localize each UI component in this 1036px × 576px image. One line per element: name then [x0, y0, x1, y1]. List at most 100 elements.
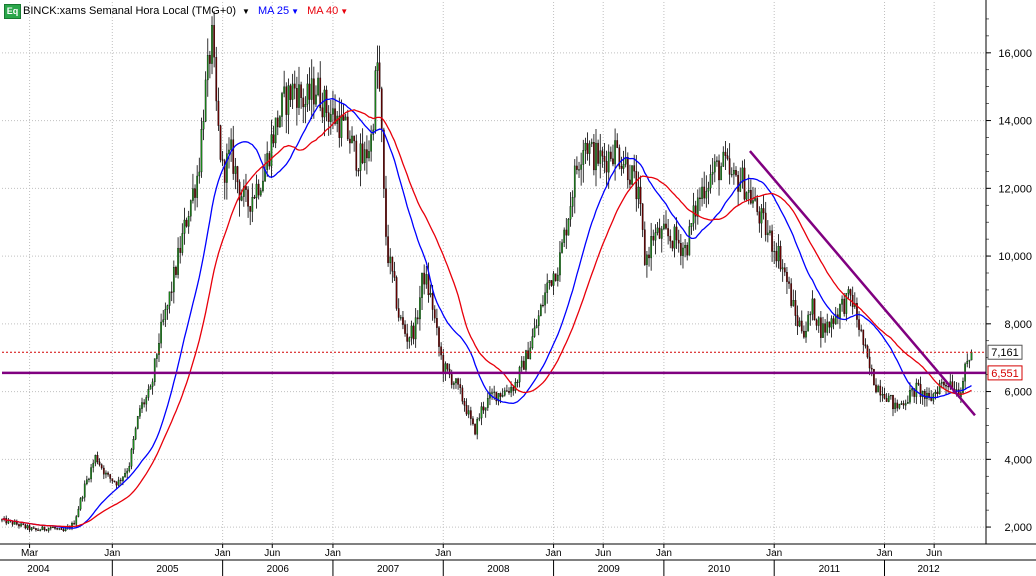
candle-body [179, 247, 182, 253]
candle-body [482, 406, 485, 411]
ma25-dropdown-icon[interactable]: ▼ [291, 7, 299, 16]
candle-body [329, 114, 332, 122]
candle-body [156, 354, 158, 359]
candle-body [213, 25, 215, 58]
candle-body [370, 134, 372, 152]
candle-body [397, 308, 400, 318]
moving-averages [1, 97, 972, 529]
candle-body [41, 526, 44, 531]
candle-body [830, 318, 833, 328]
candle-body [92, 462, 95, 468]
ma40-dropdown-icon[interactable]: ▼ [340, 7, 348, 16]
candle-body [200, 129, 203, 173]
candle-body [607, 151, 610, 173]
candle-body [54, 526, 56, 529]
candle-body [47, 527, 50, 531]
candle-body [109, 474, 112, 479]
candle-body [486, 398, 489, 408]
candle-body [635, 171, 638, 200]
candle-body [378, 62, 381, 89]
candle-body [361, 143, 364, 164]
year-label: 2006 [267, 564, 290, 575]
candle-body [86, 479, 88, 485]
candle-body [102, 467, 105, 475]
equity-icon: Eq [4, 3, 21, 19]
candle-body [58, 528, 61, 530]
candle-body [860, 329, 863, 331]
candle-body [864, 344, 867, 347]
candle-body [699, 197, 701, 200]
candle-body [283, 86, 285, 94]
candle-body [711, 171, 714, 175]
ma25-label[interactable]: MA 25 [258, 5, 289, 17]
candle-body [202, 121, 205, 130]
candle-body [747, 190, 750, 193]
candle-body [149, 386, 152, 390]
candle-body [603, 156, 606, 162]
candle-body [684, 245, 686, 249]
candle-body [894, 402, 896, 410]
candle-body [542, 304, 544, 307]
candle-body [349, 138, 351, 144]
candle-body [701, 186, 703, 200]
candle-body [565, 229, 568, 236]
price-chart[interactable]: 2,000 4,000 6,000 8,000 10,000 12,000 14,000 16… [0, 0, 1036, 576]
candle-body [648, 254, 650, 259]
candle-body [794, 300, 797, 316]
candle-body [406, 333, 409, 342]
y-tick-label: 8,000 [1004, 319, 1032, 331]
candle-body [573, 165, 576, 198]
candle-body [402, 317, 404, 325]
candle-body [293, 83, 296, 89]
candle-body [879, 385, 882, 396]
candle-body [904, 403, 907, 406]
symbol-label[interactable]: BINCK:xams Semanal Hora Local (TMG+0) [23, 5, 236, 17]
candle-body [771, 230, 773, 252]
candle-body [412, 325, 415, 340]
candle-body [425, 274, 428, 285]
candle-body [926, 392, 928, 399]
candle-body [766, 232, 769, 236]
candle-body [474, 423, 476, 435]
candle-body [291, 83, 294, 100]
year-label: 2004 [27, 564, 50, 575]
candle-body [614, 140, 616, 165]
month-label: Jun [926, 548, 942, 559]
candle-body [866, 345, 869, 358]
candle-body [828, 321, 831, 328]
candle-body [105, 472, 107, 475]
candle-body [841, 298, 843, 305]
candle-body [459, 384, 462, 389]
candle-body [83, 483, 86, 498]
symbol-dropdown-icon[interactable]: ▼ [242, 7, 250, 16]
candle-body [126, 470, 129, 474]
candle-body [26, 525, 29, 529]
candle-body [306, 83, 309, 105]
candle-body [376, 62, 379, 71]
candle-body [970, 352, 973, 361]
candle-body [100, 464, 103, 469]
candle-body [81, 497, 84, 499]
candle-body [730, 174, 733, 176]
candle-body [501, 395, 504, 397]
candle-body [849, 289, 852, 296]
candle-body [49, 527, 52, 529]
candle-body [923, 391, 926, 399]
candle-body [760, 208, 763, 224]
candle-body [399, 317, 402, 319]
candle-body [251, 197, 254, 212]
price-tag-label: 7,161 [991, 347, 1019, 359]
candle-body [754, 198, 756, 201]
y-tick-label: 16,000 [998, 48, 1032, 60]
candle-body [344, 116, 347, 121]
candle-body [431, 293, 434, 310]
candle-body [593, 142, 595, 171]
candle-body [463, 401, 466, 406]
candle-body [745, 192, 748, 200]
candle-body [302, 97, 305, 108]
ma40-label[interactable]: MA 40 [307, 5, 338, 17]
candle-body [351, 135, 353, 144]
candle-body [688, 226, 691, 256]
candle-body [877, 385, 879, 393]
candle-body [873, 369, 875, 386]
